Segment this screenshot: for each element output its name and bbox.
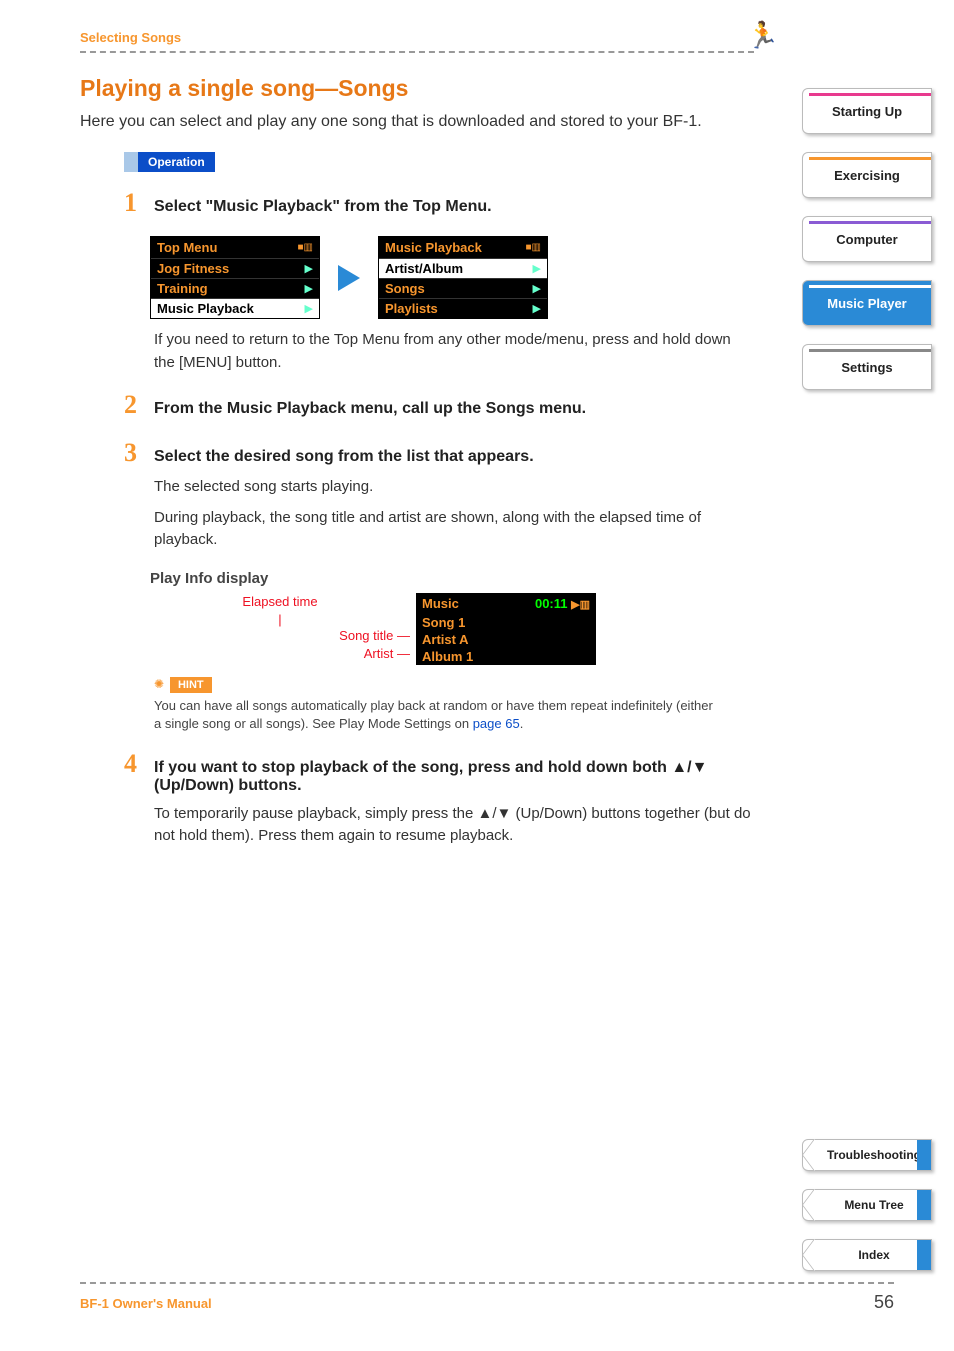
tab-index[interactable]: Index <box>802 1239 932 1271</box>
step-body: During playback, the song title and arti… <box>154 507 754 552</box>
footer-manual: BF-1 Owner's Manual <box>80 1296 212 1311</box>
menu-item: Playlists <box>385 301 438 316</box>
tab-label: Music Player <box>827 296 907 311</box>
tab-starting-up[interactable]: Starting Up <box>802 88 932 134</box>
screen-head: Music <box>422 596 459 611</box>
song-title-label: Song title <box>339 628 393 643</box>
menu-item-selected: Music Playback <box>157 301 254 316</box>
step-title: From the Music Playback menu, call up th… <box>154 400 586 418</box>
menu-item: Training <box>157 281 208 296</box>
menu-item: Jog Fitness <box>157 261 229 276</box>
play-icon: ▶▥ <box>571 599 590 611</box>
step-title: If you want to stop playback of the song… <box>154 759 754 795</box>
tab-label: Settings <box>841 360 892 375</box>
arrow-right-icon <box>338 265 360 291</box>
tab-music-player[interactable]: Music Player <box>802 280 932 326</box>
play-info-heading: Play Info display <box>150 570 754 587</box>
step-body: The selected song starts playing. <box>154 476 754 499</box>
step-title: Select "Music Playback" from the Top Men… <box>154 198 492 216</box>
tab-menu-tree[interactable]: Menu Tree <box>802 1189 932 1221</box>
hint-badge: HINT <box>170 677 212 693</box>
chevron-right-icon: ▶ <box>305 262 313 275</box>
section-label: Selecting Songs <box>80 30 754 45</box>
divider <box>80 51 754 53</box>
side-tabs: Starting Up Exercising Computer Music Pl… <box>802 88 932 390</box>
artist-name: Artist A <box>416 631 596 648</box>
step-note: If you need to return to the Top Menu fr… <box>154 329 754 374</box>
tab-troubleshooting[interactable]: Troubleshooting <box>802 1139 932 1171</box>
play-info-screen: Music 00:11 ▶▥ Song 1 Artist A Album 1 <box>416 593 596 665</box>
operation-badge: Operation <box>124 152 215 172</box>
elapsed-time: 00:11 <box>535 596 568 611</box>
chevron-right-icon: ▶ <box>533 262 541 275</box>
chevron-right-icon: ▶ <box>533 302 541 315</box>
menu-item-selected: Artist/Album <box>385 261 463 276</box>
battery-icon: ■▥ <box>298 243 314 253</box>
step-number: 3 <box>124 438 144 468</box>
battery-icon: ■▥ <box>526 243 542 253</box>
screen-title: Music Playback <box>385 240 482 255</box>
divider <box>80 1282 894 1284</box>
tab-exercising[interactable]: Exercising <box>802 152 932 198</box>
elapsed-caption: Elapsed time <box>242 594 317 609</box>
tab-settings[interactable]: Settings <box>802 344 932 390</box>
step-number: 2 <box>124 390 144 420</box>
page-title: Playing a single song—Songs <box>80 75 754 102</box>
intro-text: Here you can select and play any one son… <box>80 110 754 134</box>
tab-label: Starting Up <box>832 104 902 119</box>
chevron-right-icon: ▶ <box>533 282 541 295</box>
side-tabs-bottom: Troubleshooting Menu Tree Index <box>802 1139 932 1271</box>
song-title: Song 1 <box>416 614 596 631</box>
step-number: 4 <box>124 749 144 779</box>
page-link[interactable]: page 65 <box>473 716 520 731</box>
screen-title: Top Menu <box>157 240 217 255</box>
tab-label: Index <box>858 1248 889 1262</box>
chevron-right-icon: ▶ <box>305 302 313 315</box>
chevron-right-icon: ▶ <box>305 282 313 295</box>
hint-text: You can have all songs automatically pla… <box>154 697 714 733</box>
tab-computer[interactable]: Computer <box>802 216 932 262</box>
device-screen-top-menu: Top Menu ■▥ Jog Fitness ▶ Training ▶ Music… <box>150 236 320 319</box>
tab-label: Troubleshooting <box>827 1148 921 1162</box>
tab-label: Exercising <box>834 168 900 183</box>
tab-label: Computer <box>836 232 897 247</box>
album-name: Album 1 <box>416 648 596 665</box>
device-screen-music-playback: Music Playback ■▥ Artist/Album ▶ Songs ▶ P… <box>378 236 548 319</box>
step-title: Select the desired song from the list th… <box>154 448 534 466</box>
artist-label: Artist <box>364 646 394 661</box>
step-number: 1 <box>124 188 144 218</box>
running-icon: 🏃 <box>747 20 779 51</box>
step-body: To temporarily pause playback, simply pr… <box>154 803 754 848</box>
menu-item: Songs <box>385 281 425 296</box>
tab-label: Menu Tree <box>844 1198 903 1212</box>
page-number: 56 <box>874 1292 894 1313</box>
